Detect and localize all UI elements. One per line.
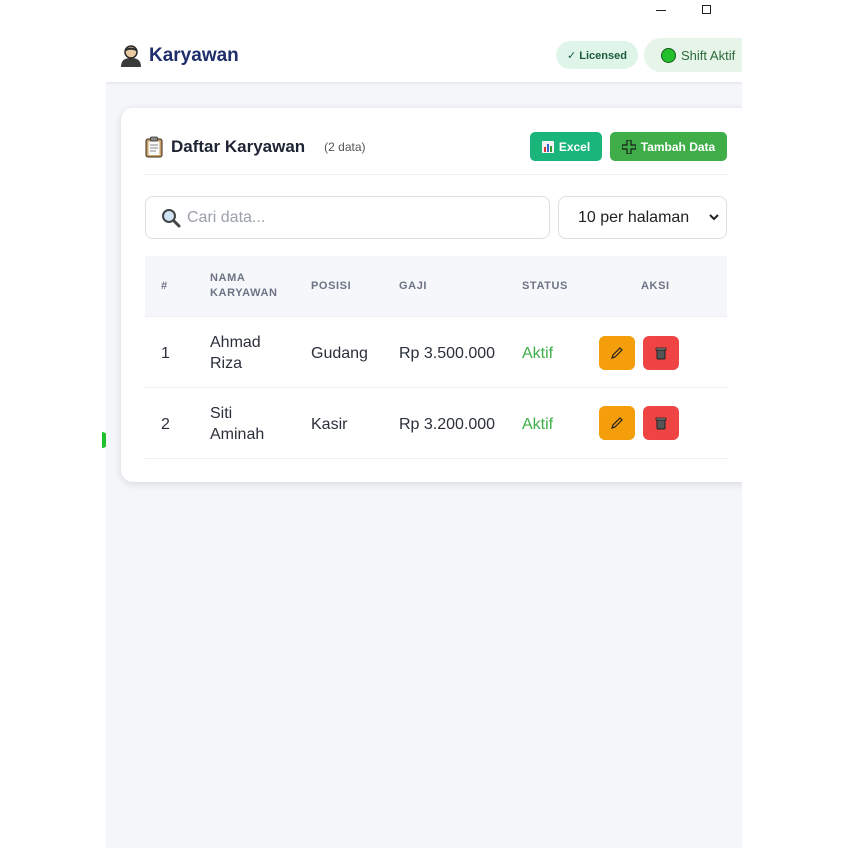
licensed-badge: ✓ Licensed (556, 41, 638, 69)
employee-table: # NAMA KARYAWAN POSISI GAJI STATUS AKSI … (145, 256, 727, 459)
column-header-position: POSISI (311, 280, 352, 292)
employee-salary: Rp 3.200.000 (399, 416, 496, 433)
shift-status-badge[interactable]: Shift Aktif (644, 38, 742, 72)
table-header: # NAMA KARYAWAN POSISI GAJI STATUS AKSI (145, 256, 727, 317)
minimize-icon[interactable] (656, 10, 666, 11)
column-header-name-line2: KARYAWAN (210, 287, 278, 299)
column-header-number: # (161, 280, 168, 292)
employee-card: Daftar Karyawan (2 data) Excel Tambah Da… (121, 108, 742, 482)
pencil-icon (611, 347, 623, 359)
employee-name-line2: Riza (210, 355, 243, 372)
user-icon (121, 45, 141, 67)
column-header-salary: GAJI (399, 280, 428, 292)
employee-name-line2: Aminah (210, 426, 265, 443)
status-badge: Aktif (522, 345, 554, 362)
employee-position: Gudang (311, 345, 368, 362)
window-controls (0, 0, 848, 24)
maximize-icon[interactable] (702, 5, 711, 14)
record-count: (2 data) (324, 140, 366, 154)
card-title-group: Daftar Karyawan (2 data) (145, 136, 366, 158)
employee-name: Ahmad Riza (210, 332, 261, 374)
column-header-status: STATUS (522, 280, 568, 292)
status-badge: Aktif (522, 416, 554, 433)
employee-salary: Rp 3.500.000 (399, 345, 496, 362)
per-page-value: 10 per halaman (578, 208, 690, 226)
column-header-actions: AKSI (641, 280, 670, 292)
export-excel-button[interactable]: Excel (530, 132, 602, 161)
delete-button[interactable] (643, 406, 679, 440)
employee-position: Kasir (311, 416, 348, 433)
app-container: Karyawan ✓ Licensed Shift Aktif Daftar K… (106, 28, 742, 848)
search-field[interactable] (145, 196, 550, 239)
excel-button-label: Excel (558, 139, 591, 154)
edit-button[interactable] (599, 336, 635, 370)
page-title: Karyawan (149, 45, 239, 66)
pencil-icon (611, 417, 623, 429)
search-icon (162, 208, 181, 227)
employee-name-line1: Siti (210, 405, 233, 422)
chevron-down-icon (709, 214, 719, 221)
trash-icon (655, 417, 667, 430)
row-number: 2 (161, 416, 170, 433)
trash-icon (655, 347, 667, 360)
clipboard-icon (145, 136, 163, 158)
column-header-name-line1: NAMA (210, 272, 246, 284)
employee-name: Siti Aminah (210, 403, 264, 445)
top-bar: Karyawan ✓ Licensed Shift Aktif (106, 28, 742, 82)
row-number: 1 (161, 345, 170, 362)
search-input[interactable] (185, 207, 539, 228)
employee-name-line1: Ahmad (210, 334, 261, 351)
chart-icon (541, 140, 554, 153)
shift-label: Shift Aktif (681, 47, 736, 63)
add-button-label: Tambah Data (640, 139, 716, 154)
table-row: 2 Siti Aminah Kasir Rp 3.200.000 Aktif (145, 388, 727, 459)
edit-button[interactable] (599, 406, 635, 440)
status-dot-icon (661, 47, 676, 63)
delete-button[interactable] (643, 336, 679, 370)
plus-icon (621, 139, 636, 154)
per-page-select[interactable]: 10 per halaman (558, 196, 727, 239)
table-row: 1 Ahmad Riza Gudang Rp 3.500.000 Aktif (145, 317, 727, 388)
card-header: Daftar Karyawan (2 data) Excel Tambah Da… (145, 132, 727, 175)
column-header-name: NAMA KARYAWAN (210, 271, 278, 301)
brand: Karyawan (120, 42, 239, 70)
card-title: Daftar Karyawan (171, 137, 306, 156)
add-data-button[interactable]: Tambah Data (610, 132, 727, 161)
